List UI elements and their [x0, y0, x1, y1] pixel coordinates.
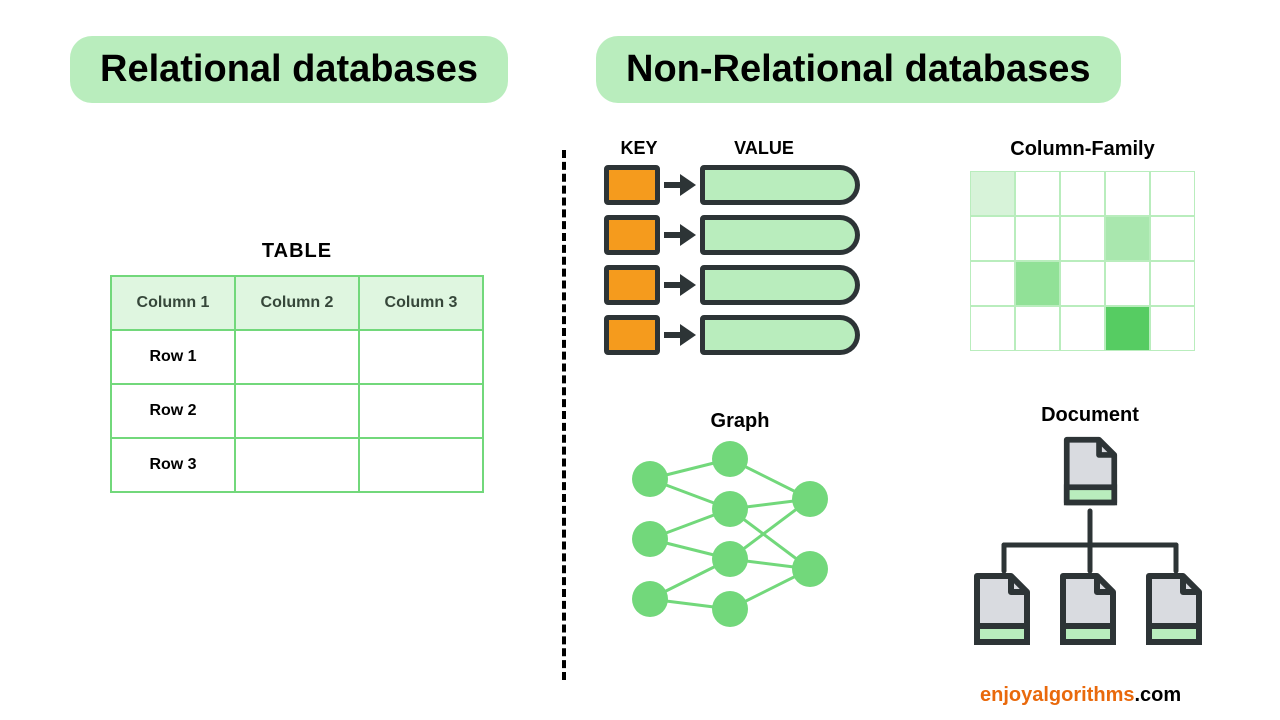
row-label: Row 2 [111, 384, 235, 438]
cf-cell [1060, 306, 1105, 351]
document-icon [1063, 576, 1113, 642]
kv-row [604, 315, 860, 355]
kv-value-icon [700, 265, 860, 305]
document-icon [977, 576, 1027, 642]
kv-value-icon [700, 215, 860, 255]
kv-key-icon [604, 165, 660, 205]
document-section: Document [960, 404, 1220, 668]
cf-cell [1150, 216, 1195, 261]
nonrelational-title: Non-Relational databases [596, 36, 1121, 103]
table-caption: TABLE [110, 240, 484, 263]
arrow-right-icon [662, 170, 698, 200]
col-header: Column 2 [235, 276, 359, 330]
vertical-divider [562, 150, 566, 680]
cf-cell [1015, 171, 1060, 216]
cf-cell [970, 261, 1015, 306]
document-icon [1067, 440, 1115, 503]
kv-value-icon [700, 315, 860, 355]
cf-cell [1060, 216, 1105, 261]
footer-rest: .com [1134, 684, 1181, 706]
arrow-right-icon [662, 220, 698, 250]
cf-cell [1105, 261, 1150, 306]
document-tree-icon [960, 433, 1220, 663]
graph-title: Graph [600, 410, 880, 433]
graph-icon [600, 439, 880, 639]
column-family-grid [970, 171, 1195, 351]
footer-credit: enjoyalgorithms.com [980, 684, 1181, 707]
row-label: Row 1 [111, 330, 235, 384]
cf-cell [1105, 216, 1150, 261]
column-family-section: Column-Family [970, 138, 1195, 351]
cf-cell [1105, 306, 1150, 351]
kv-key-icon [604, 315, 660, 355]
kv-key-icon [604, 265, 660, 305]
relational-table: TABLE Column 1 Column 2 Column 3 Row 1 R… [110, 240, 484, 493]
arrow-right-icon [662, 270, 698, 300]
row-label: Row 3 [111, 438, 235, 492]
cf-cell [970, 306, 1015, 351]
col-header: Column 3 [359, 276, 483, 330]
cf-cell [970, 171, 1015, 216]
graph-section: Graph [600, 410, 880, 644]
cf-cell [1150, 306, 1195, 351]
relational-title: Relational databases [70, 36, 508, 103]
column-family-title: Column-Family [970, 138, 1195, 161]
keyvalue-section: KEY VALUE [604, 138, 860, 365]
arrow-right-icon [662, 320, 698, 350]
document-icon [1149, 576, 1199, 642]
cf-cell [1150, 261, 1195, 306]
cf-cell [1015, 216, 1060, 261]
col-header: Column 1 [111, 276, 235, 330]
kv-value-icon [700, 165, 860, 205]
cf-cell [1060, 171, 1105, 216]
kv-row [604, 165, 860, 205]
cf-cell [1015, 306, 1060, 351]
cf-cell [1105, 171, 1150, 216]
document-title: Document [960, 404, 1220, 427]
footer-accent: enjoyalgorithms [980, 684, 1134, 706]
kv-key-label: KEY [604, 138, 674, 159]
rel-table: Column 1 Column 2 Column 3 Row 1 Row 2 R… [110, 275, 484, 493]
kv-key-icon [604, 215, 660, 255]
kv-row [604, 215, 860, 255]
cf-cell [970, 216, 1015, 261]
kv-row [604, 265, 860, 305]
cf-cell [1150, 171, 1195, 216]
cf-cell [1060, 261, 1105, 306]
kv-value-label: VALUE [674, 138, 854, 159]
cf-cell [1015, 261, 1060, 306]
